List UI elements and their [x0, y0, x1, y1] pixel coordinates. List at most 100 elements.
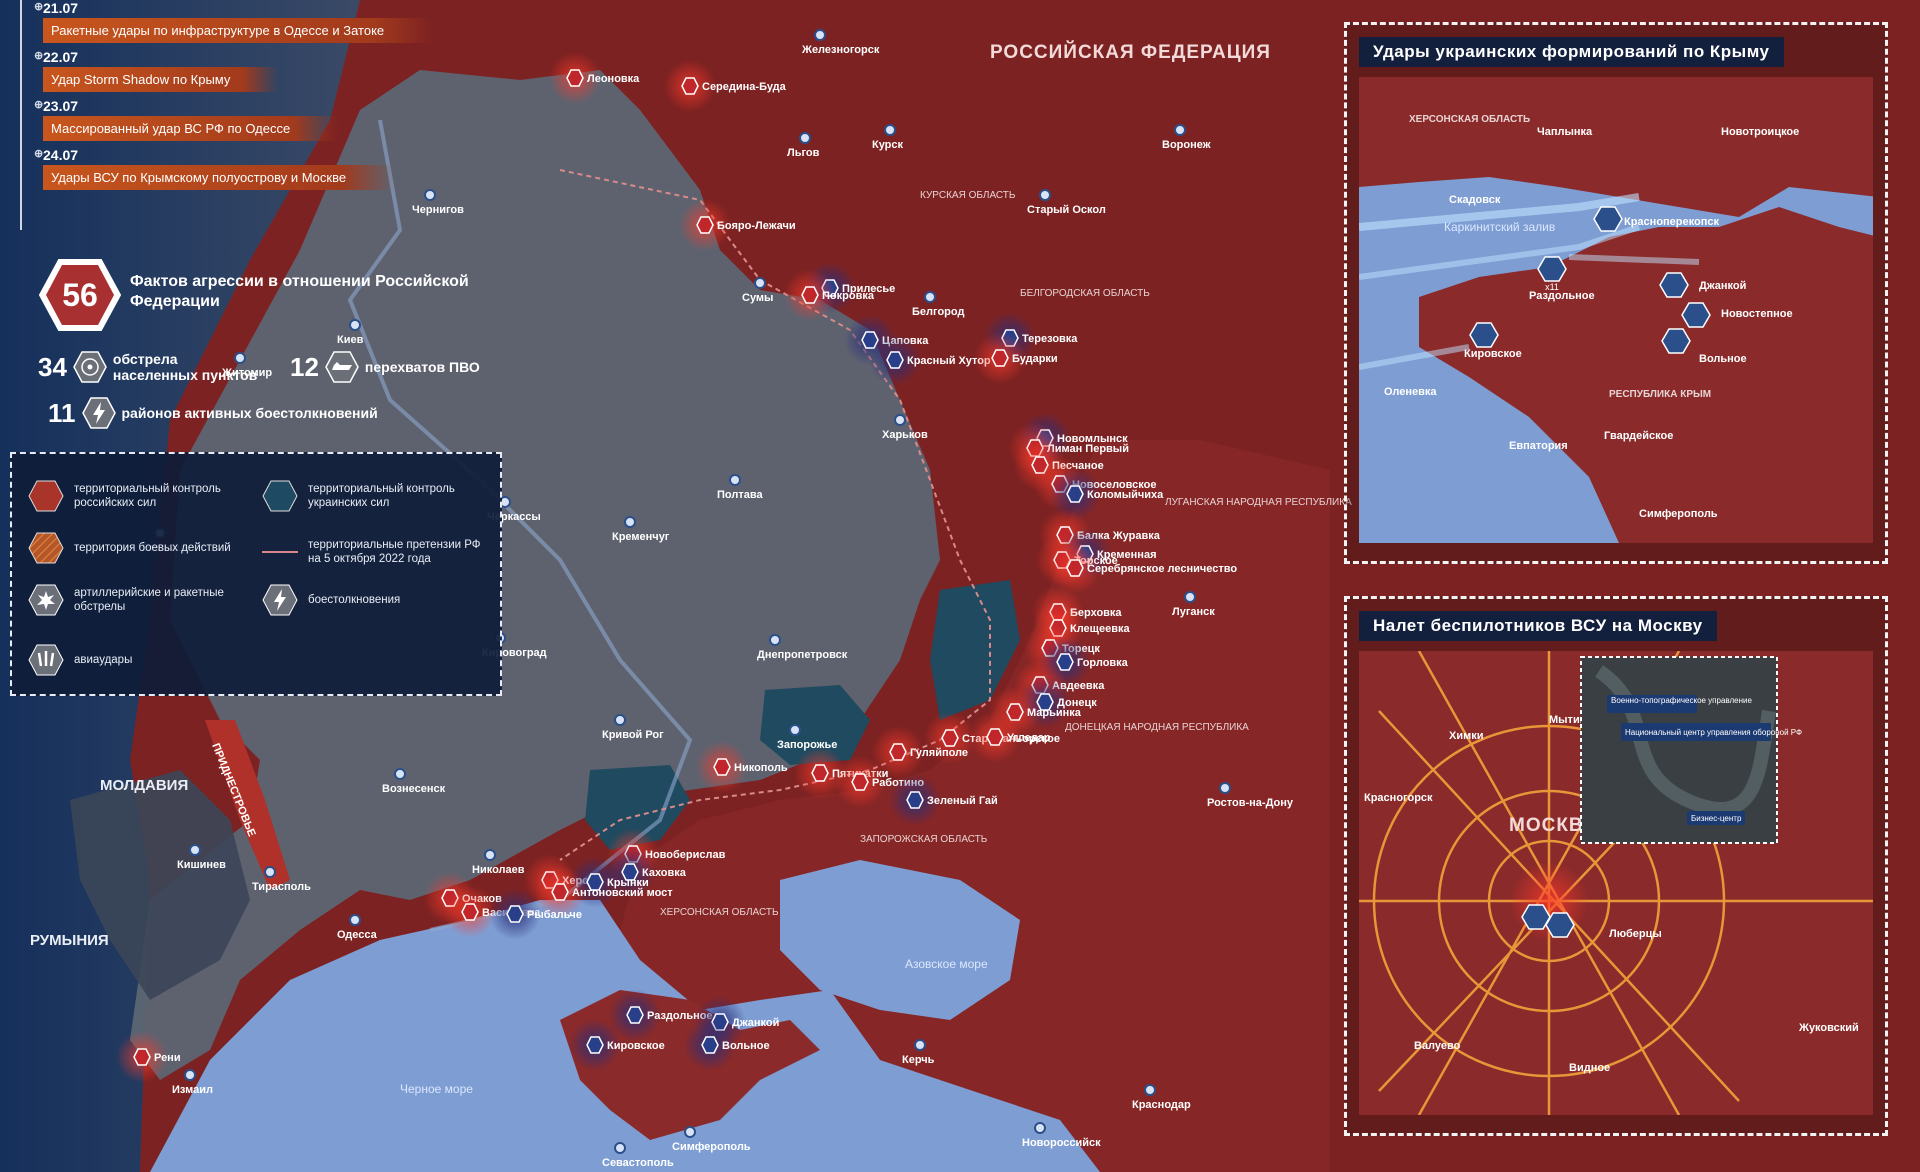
crimea-label: Каркинитский залив — [1444, 220, 1555, 234]
crimea-label: Гвардейское — [1604, 430, 1673, 442]
strike-hexagon — [889, 743, 907, 761]
airstrike-icon — [28, 644, 64, 676]
city-label: Кишинев — [177, 859, 226, 871]
strike-marker-krasnoperekopsk[interactable] — [1593, 206, 1623, 232]
black-sea-label: Черное море — [400, 1082, 473, 1096]
strike-label: Коломыйчиха — [1087, 489, 1164, 501]
city-dot — [769, 634, 781, 646]
claims-line-icon — [262, 551, 298, 553]
moscow-label: Видное — [1569, 1062, 1610, 1074]
city-dot — [729, 474, 741, 486]
timeline-item[interactable]: 23.07 Массированный удар ВС РФ по Одессе — [8, 98, 428, 141]
legend-label: авиаудары — [74, 654, 133, 666]
timeline-date: 24.07 — [43, 147, 428, 163]
moscow-map: Химки Мытищи Красногорск МОСКВА Люберцы … — [1359, 651, 1873, 1116]
total-hexagon: 56 — [38, 259, 122, 331]
region-romania-label: РУМЫНИЯ — [30, 932, 109, 949]
strike-marker-novostepnoe[interactable] — [1681, 302, 1711, 328]
hexagon-hatched-icon — [28, 532, 64, 564]
legend-label: территориальные претензии РФ на 5 октябр… — [308, 539, 481, 565]
city-label: Старый Оскол — [1027, 204, 1106, 216]
crimea-label: Красноперекопск — [1624, 216, 1719, 228]
shelling-label: обстрела населенных пунктов — [112, 351, 258, 383]
strike-hexagon — [851, 773, 869, 791]
strike-label: Кировское — [607, 1040, 665, 1052]
strike-hexagon — [701, 1036, 719, 1054]
crimea-label: Евпатория — [1509, 440, 1568, 452]
timeline-item[interactable]: 21.07 Ракетные удары по инфраструктуре в… — [8, 0, 433, 43]
region-russia-label: РОССИЙСКАЯ ФЕДЕРАЦИЯ — [990, 41, 1271, 63]
strike-hexagon — [801, 286, 819, 304]
city-dot — [814, 29, 826, 41]
strike-hexagon — [1066, 559, 1084, 577]
city-label: Харьков — [882, 429, 928, 441]
moscow-label: Валуево — [1414, 1040, 1461, 1052]
city-label: Николаев — [472, 864, 525, 876]
strike-hexagon — [566, 69, 584, 87]
timeline-date: 21.07 — [43, 0, 428, 16]
crimea-label: Новотроицкое — [1721, 126, 1799, 138]
timeline-item[interactable]: 24.07 Удары ВСУ по Крымскому полуострову… — [8, 147, 428, 190]
strike-hexagon — [906, 791, 924, 809]
city-label: Льгов — [787, 147, 820, 159]
city-label: Севастополь — [602, 1157, 674, 1169]
legend-label: территориальный контроль украинских сил — [308, 483, 455, 509]
city-label: Новороссийск — [1022, 1137, 1101, 1149]
strike-hexagon — [1066, 485, 1084, 503]
strike-marker-kirovskoe[interactable] — [1469, 322, 1499, 348]
strike-label: Никополь — [734, 762, 788, 774]
detail-label: Национальный центр управления обороной Р… — [1625, 728, 1802, 737]
inset-crimea: ХЕРСОНСКАЯ ОБЛАСТЬ Чаплынка Новотроицкое… — [1344, 22, 1888, 564]
strike-marker-volnoe[interactable] — [1661, 328, 1691, 354]
city-dot — [1184, 591, 1196, 603]
city-dot — [614, 1142, 626, 1154]
strike-label: Угледар — [1007, 732, 1051, 744]
inset-crimea-title: Удары украинских формирований по Крыму — [1359, 37, 1784, 67]
legend-ua-control: территориальный контроль украинских сил — [262, 480, 482, 512]
strike-hexagon — [461, 903, 479, 921]
city-dot — [1219, 782, 1231, 794]
clashes-label: районов активных боестолкновений — [121, 405, 378, 421]
legend-label: территориальный контроль российских сил — [74, 483, 221, 509]
city-dot — [349, 319, 361, 331]
timeline-text: Ракетные удары по инфраструктуре в Одесс… — [43, 18, 433, 43]
strike-label: Рыбальче — [527, 909, 582, 921]
city-dot — [754, 277, 766, 289]
legend-claims: территориальные претензии РФ на 5 октябр… — [262, 538, 492, 566]
city-dot — [684, 1126, 696, 1138]
explosion-icon — [28, 584, 64, 616]
strike-hexagon — [991, 349, 1009, 367]
stat-clashes: 11 районов активных боестолкновений — [48, 396, 378, 430]
hexagon-blue-icon — [262, 480, 298, 512]
timeline-item[interactable]: 22.07 Удар Storm Shadow по Крыму — [8, 49, 428, 92]
strike-label: Антоновский мост — [572, 887, 673, 899]
city-label: Сумы — [742, 292, 773, 304]
crimea-map: ХЕРСОНСКАЯ ОБЛАСТЬ Чаплынка Новотроицкое… — [1359, 77, 1873, 543]
city-dot — [1039, 189, 1051, 201]
crimea-label: Вольное — [1699, 353, 1747, 365]
azov-sea-label: Азовское море — [905, 957, 988, 971]
strike-marker-dzhankoy[interactable] — [1659, 272, 1689, 298]
detail-label: Бизнес-центр — [1691, 814, 1742, 823]
strike-label: Джанкой — [732, 1017, 779, 1029]
moscow-label: Жуковский — [1798, 1022, 1859, 1034]
timeline: 21.07 Ракетные удары по инфраструктуре в… — [8, 0, 433, 230]
moscow-label: Химки — [1449, 730, 1484, 742]
crimea-label: Чаплынка — [1537, 126, 1593, 138]
crimea-label: Симферополь — [1639, 508, 1718, 520]
city-dot — [184, 1069, 196, 1081]
strike-label: Гуляйполе — [910, 747, 968, 759]
strike-label: Вольное — [722, 1040, 770, 1052]
stat-shelling: 34 обстрела населенных пунктов — [38, 350, 263, 384]
total-count: 56 — [62, 277, 98, 313]
hexagon-red-icon — [28, 480, 64, 512]
crimea-label: Новостепное — [1721, 308, 1793, 320]
crimea-label: Джанкой — [1699, 280, 1746, 292]
city-dot — [894, 414, 906, 426]
inset-moscow-title: Налет беспилотников ВСУ на Москву — [1359, 611, 1717, 641]
city-label: Измаил — [172, 1084, 213, 1096]
city-dot — [1034, 1122, 1046, 1134]
drone-strike-marker[interactable] — [1545, 912, 1575, 938]
strike-label: Бударки — [1012, 353, 1058, 365]
city-dot — [614, 714, 626, 726]
